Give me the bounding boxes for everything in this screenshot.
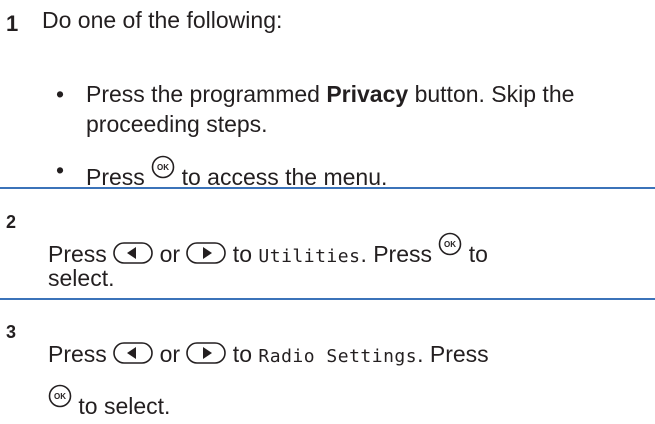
left-navigation-button-icon xyxy=(113,342,153,364)
ok-button-icon: OK xyxy=(439,232,462,256)
bullet-dot: • xyxy=(56,157,65,183)
ok-button-icon: OK xyxy=(48,384,72,408)
menu-item-radio-settings: Radio Settings xyxy=(258,346,418,367)
step-3-text-line2: OK to select. xyxy=(48,384,170,420)
left-navigation-button-icon xyxy=(113,242,153,264)
divider xyxy=(0,298,655,300)
right-navigation-button-icon xyxy=(186,342,227,364)
step-2-number: 2 xyxy=(6,212,17,232)
step-1-option-1: Press the programmed Privacy button. Ski… xyxy=(86,81,575,107)
step-1-option-1-line2: proceeding steps. xyxy=(86,111,268,137)
step-1-option-2: Press OK to access the menu. xyxy=(86,155,387,191)
step-3-text: Press or to Radio Settings. Press xyxy=(48,341,489,367)
svg-text:OK: OK xyxy=(157,163,169,172)
svg-text:OK: OK xyxy=(54,392,66,401)
right-navigation-button-icon xyxy=(186,242,227,264)
step-1-intro: Do one of the following: xyxy=(42,7,283,33)
step-2-text-line2: select. xyxy=(48,265,115,291)
menu-item-utilities: Utilities xyxy=(258,246,361,267)
bullet-dot: • xyxy=(56,81,65,107)
step-3-number: 3 xyxy=(6,322,17,342)
privacy-button-label: Privacy xyxy=(326,81,409,107)
step-1-number: 1 xyxy=(6,11,19,36)
svg-text:OK: OK xyxy=(444,240,456,249)
divider xyxy=(0,187,655,189)
ok-button-icon: OK xyxy=(151,155,175,179)
